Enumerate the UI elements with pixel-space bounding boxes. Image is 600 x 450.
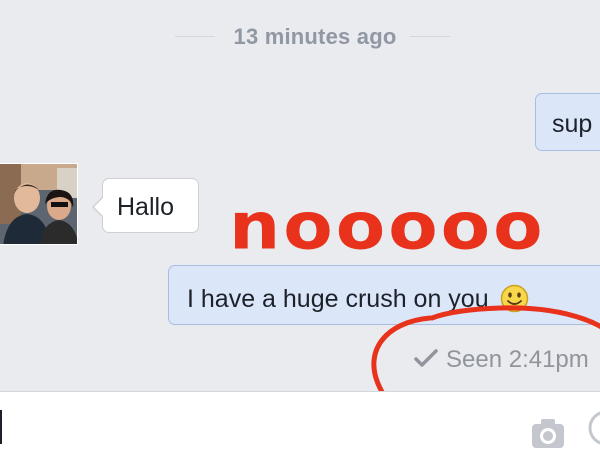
message-text: sup — [552, 110, 593, 138]
message-text: I have a huge crush on you — [187, 285, 489, 313]
message-bubble-outgoing[interactable]: sup — [535, 93, 600, 151]
message-bubble-outgoing[interactable]: I have a huge crush on you — [168, 265, 600, 325]
seen-receipt: Seen 2:41pm — [414, 346, 589, 374]
smiley-emoji-icon — [500, 284, 529, 313]
seen-label: Seen 2:41pm — [446, 346, 589, 373]
message-bubble-incoming[interactable]: Hallo — [92, 178, 199, 233]
sticker-icon[interactable] — [586, 408, 600, 448]
timestamp-label: 13 minutes ago — [233, 24, 397, 49]
camera-icon[interactable] — [530, 416, 568, 450]
text-cursor — [0, 410, 2, 444]
message-composer[interactable] — [0, 391, 600, 450]
message-text: Hallo — [117, 193, 174, 221]
check-icon — [414, 347, 438, 367]
handwritten-annotation: nooooo — [229, 188, 546, 264]
chat-window: 13 minutes ago sup Hallo I have a huge c… — [0, 0, 600, 450]
avatar[interactable] — [0, 163, 78, 245]
